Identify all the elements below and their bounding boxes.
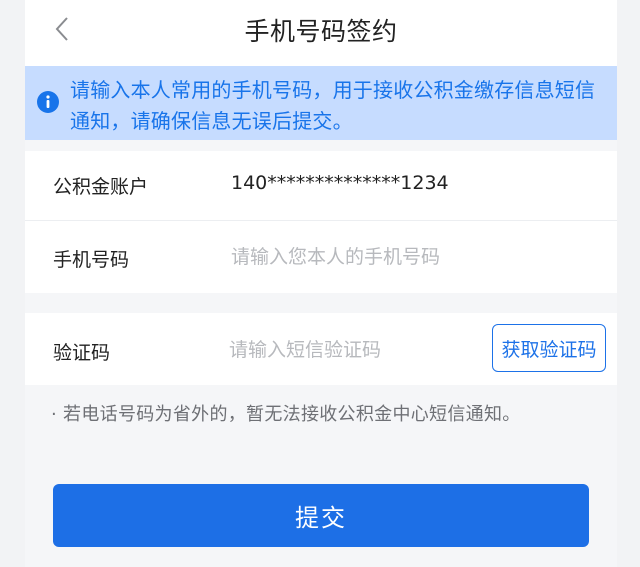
get-code-button[interactable]: 获取验证码: [492, 324, 606, 372]
phone-label: 手机号码: [53, 249, 130, 271]
phone-input[interactable]: [231, 244, 591, 270]
submit-button[interactable]: 提交: [53, 484, 589, 547]
page-title: 手机号码签约: [244, 17, 398, 46]
divider: [25, 220, 617, 221]
account-label: 公积金账户: [53, 176, 149, 198]
top-nav-bar: 手机号码签约: [25, 0, 617, 66]
verify-code-input[interactable]: [229, 337, 479, 363]
account-value: 140**************1234: [231, 172, 449, 194]
code-label: 验证码: [53, 342, 111, 364]
page: 手机号码签约 请输入本人常用的手机号码，用于接收公积金缴存信息短信通知，请确保信…: [25, 0, 617, 567]
info-icon: [37, 91, 59, 113]
tip-text: · 若电话号码为省外的，暂无法接收公积金中心短信通知。: [51, 404, 521, 425]
notice-text: 请输入本人常用的手机号码，用于接收公积金缴存信息短信通知，请确保信息无误后提交。: [70, 78, 596, 133]
